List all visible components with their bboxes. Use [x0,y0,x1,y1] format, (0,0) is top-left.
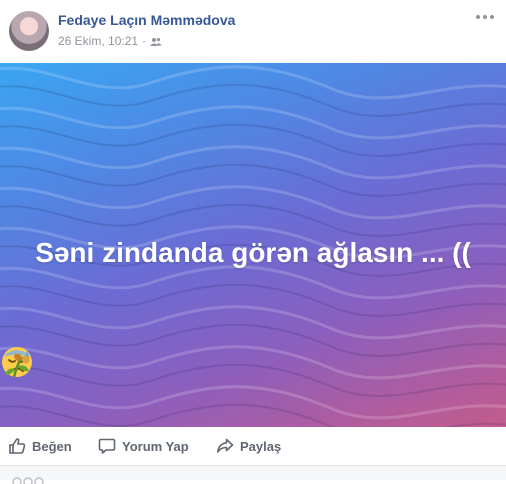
meta-separator: · [142,34,147,48]
reactions-placeholder-icon [12,477,44,484]
like-button[interactable]: Beğen [8,435,72,457]
wilted-flower-icon [5,353,30,378]
friends-icon[interactable] [150,37,163,47]
author-name[interactable]: Fedaye Laçın Məmmədova [58,12,235,28]
status-background: Səni zindanda görən ağlasın ... (( [0,63,506,427]
reactions-strip [0,466,506,484]
post-meta: 26 Ekim, 10:21 · [58,34,163,48]
emoji-row [0,345,506,385]
post-timestamp[interactable]: 26 Ekim, 10:21 [58,34,138,48]
thumbs-up-icon [9,438,26,454]
comment-icon [98,438,116,454]
share-label: Paylaş [240,438,282,454]
share-icon [217,438,234,453]
comment-button[interactable]: Yorum Yap [98,435,189,457]
status-text: Səni zindanda görən ağlasın ... (( [35,237,471,268]
more-options-icon[interactable] [476,14,494,20]
comment-label: Yorum Yap [122,438,189,454]
post-action-bar: Beğen Yorum Yap Paylaş [0,427,506,466]
post-header: Fedaye Laçın Məmmədova 26 Ekim, 10:21 · [0,0,506,62]
avatar[interactable] [9,11,49,51]
share-button[interactable]: Paylaş [216,435,281,457]
like-label: Beğen [32,438,72,454]
